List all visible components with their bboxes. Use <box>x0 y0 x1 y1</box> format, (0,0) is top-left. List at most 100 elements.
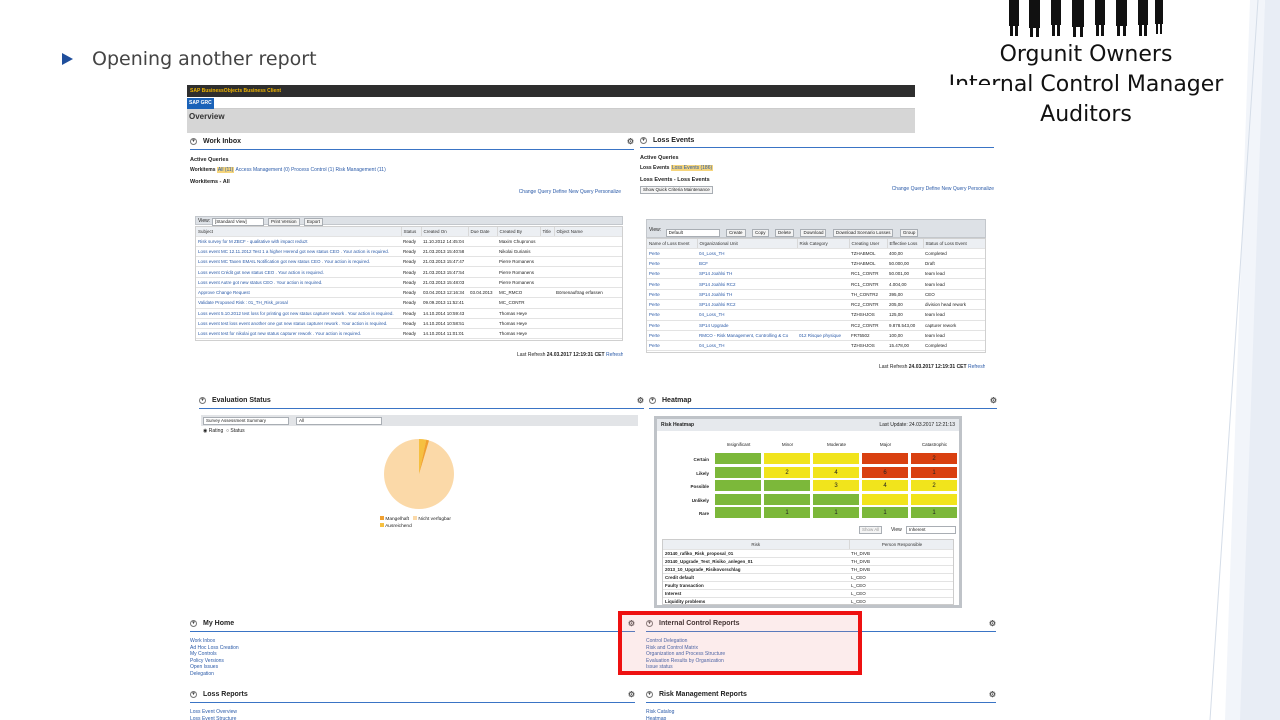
heatmap-cell[interactable] <box>714 452 762 465</box>
person-col-header[interactable]: Person Responsible <box>849 540 953 550</box>
table-row[interactable]: Perte SP14 Joahlsi TH TH_CONTR2 395,00 CEO <box>647 289 985 300</box>
table-row[interactable]: Validate Proposed Risk : 01_TH_Risk_pros… <box>196 297 622 309</box>
table-row[interactable]: Perte 04_Loss_TH TZHSHJOS 15.478,00 Complete… <box>647 340 985 352</box>
heatmap-cell[interactable] <box>714 492 762 506</box>
column-header[interactable]: Created On <box>421 227 469 237</box>
heatmap-cell[interactable] <box>910 492 958 506</box>
collapse-icon[interactable]: ▾ <box>649 397 656 404</box>
radio-status-icon[interactable]: ○ <box>226 428 229 434</box>
column-header[interactable]: Object Name <box>554 227 622 237</box>
gear-icon[interactable]: ⚙ <box>627 137 634 146</box>
table-cell[interactable]: Approve Change Request <box>196 287 401 299</box>
report-link[interactable]: Delegation <box>190 671 635 678</box>
refresh-link[interactable]: Refresh <box>606 352 624 358</box>
table-row[interactable]: Loss event Crédit got new status CEO . Y… <box>196 266 622 278</box>
column-header[interactable]: Risk Category <box>797 239 850 249</box>
table-row[interactable]: Perte SP14 Joahlsi RC2 RC1_CONTR 4.004,00 te… <box>647 278 985 290</box>
table-cell[interactable]: Perte <box>647 268 697 280</box>
query-process[interactable]: Process Control (1) <box>291 167 334 173</box>
collapse-icon[interactable]: ▾ <box>199 397 206 404</box>
heatmap-cell[interactable] <box>763 479 811 493</box>
heatmap-cell[interactable]: 6 <box>861 465 909 479</box>
risk-col-header[interactable]: Risk <box>663 540 850 550</box>
heatmap-cell[interactable]: 1 <box>763 506 811 520</box>
table-cell[interactable]: Perte <box>647 248 697 259</box>
table-cell[interactable]: Perte <box>647 278 697 290</box>
heatmap-cell[interactable]: 2 <box>910 452 958 465</box>
table-cell[interactable]: Perte <box>647 320 697 331</box>
view-select[interactable]: [Standard View] <box>212 218 264 226</box>
table-cell[interactable]: Loss event 5.10.2012 test loss for print… <box>196 308 401 319</box>
evaluation-header[interactable]: ▾ Evaluation Status ⚙ <box>199 396 644 405</box>
query-access[interactable]: Access Management (0) <box>235 167 289 173</box>
table-row[interactable]: Perte SP14 Upgrade RC2_CONTR 9.878.543,00 ca… <box>647 320 985 331</box>
group-button[interactable]: Group <box>899 229 919 237</box>
heatmap-cell[interactable]: 4 <box>861 479 909 493</box>
collapse-icon[interactable]: ▾ <box>190 620 197 627</box>
print-version-button[interactable]: Print Version <box>268 218 300 226</box>
table-row[interactable]: Loss event test for nikolai got new stat… <box>196 328 622 340</box>
table-cell[interactable]: Risk survey for M ZBCF - qualitative wit… <box>196 236 401 247</box>
table-cell[interactable]: Loss event MC 12.11.2012 Test 1 a higher… <box>196 246 401 258</box>
heatmap-cell[interactable] <box>812 492 860 506</box>
quick-criteria-button[interactable]: Show Quick Criteria Maintenance <box>640 186 713 194</box>
personalize-link[interactable]: Personalize <box>595 189 621 195</box>
heatmap-cell[interactable]: 1 <box>861 506 909 520</box>
table-cell[interactable]: 04_Loss_TH <box>697 340 797 352</box>
column-header[interactable]: Due Date <box>468 227 498 237</box>
column-header[interactable]: Effective Loss <box>887 239 924 249</box>
table-cell[interactable]: Perte <box>647 299 697 311</box>
table-cell[interactable]: Validate Proposed Risk : 01_TH_Risk_pros… <box>196 297 401 309</box>
heatmap-cell[interactable]: 2 <box>910 479 958 493</box>
collapse-icon[interactable]: ▾ <box>640 137 647 144</box>
radio-rating-icon[interactable]: ◉ <box>203 428 207 434</box>
heatmap-cell[interactable]: 1 <box>910 506 958 520</box>
loss-events-header[interactable]: ▾ Loss Events <box>640 137 994 144</box>
gear-icon[interactable]: ⚙ <box>989 619 996 628</box>
heatmap-cell[interactable]: 1 <box>812 506 860 520</box>
table-cell[interactable]: Loss event Autre got new status CEO . Yo… <box>196 277 401 288</box>
table-row[interactable]: Faulty transaction L_CEO <box>663 581 953 590</box>
refresh-link[interactable]: Refresh <box>968 364 986 370</box>
column-header[interactable]: Created By <box>497 227 541 237</box>
table-cell[interactable]: SP14 Joahlsi RC2 <box>697 278 797 290</box>
column-header[interactable]: Subject <box>196 227 402 237</box>
query-all[interactable]: All (11) <box>216 167 235 173</box>
table-row[interactable]: Perte 04_Loss_TH TZHSHJOS 125,00 team lead <box>647 309 985 321</box>
report-link[interactable]: Loss Event Structure <box>190 716 635 720</box>
column-header[interactable]: Creating User <box>849 239 888 249</box>
table-row[interactable]: Perte SP14 Joahlsi RC2 RC2_CONTR 205,00 divi… <box>647 299 985 311</box>
table-row[interactable]: Loss event MC 12.11.2012 Test 1 a higher… <box>196 246 622 258</box>
table-cell[interactable]: SP14 Joahlsi TH <box>697 268 797 280</box>
view-select[interactable]: Inherent <box>906 526 956 534</box>
collapse-icon[interactable]: ▾ <box>190 138 197 145</box>
table-row[interactable]: Loss event Autre got new status CEO . Yo… <box>196 277 622 288</box>
status-select[interactable]: All <box>296 417 382 425</box>
change-query-link[interactable]: Change Query <box>519 189 552 195</box>
table-cell[interactable]: Perte <box>647 289 697 300</box>
table-cell[interactable]: Loss event MC Taxen EMAIL Notification g… <box>196 256 401 268</box>
column-header[interactable]: Status <box>401 227 422 237</box>
table-cell[interactable]: Loss event test loss event another one g… <box>196 318 401 330</box>
tab-sap-grc[interactable]: SAP GRC <box>187 98 214 109</box>
download-scenario-button[interactable]: Download Scenario Losses <box>832 229 894 237</box>
heatmap-cell[interactable] <box>714 479 762 493</box>
heatmap-cell[interactable] <box>861 452 909 465</box>
export-button[interactable]: Export <box>304 218 324 226</box>
table-row[interactable]: 2013_10_Upgrade_Risikovorschlag TH_DIVB <box>663 565 953 574</box>
query-risk[interactable]: Risk Management (11) <box>336 167 386 173</box>
my-home-header[interactable]: ▾ My Home ⚙ <box>190 619 635 628</box>
table-cell[interactable]: Perte <box>647 340 697 352</box>
gear-icon[interactable]: ⚙ <box>989 690 996 699</box>
gear-icon[interactable]: ⚙ <box>628 690 635 699</box>
table-row[interactable]: Loss event test loss event another one g… <box>196 318 622 330</box>
table-cell[interactable]: Loss event test for nikolai got new stat… <box>196 328 401 340</box>
table-cell[interactable]: RMCO - Risk Management, Controlling & Co <box>697 330 797 342</box>
heatmap-cell[interactable] <box>763 492 811 506</box>
table-cell[interactable]: Loss event Crédit got new status CEO . Y… <box>196 266 401 278</box>
heatmap-cell[interactable] <box>714 506 762 520</box>
table-row[interactable]: Perte 04_Loss_TH TZHABMOL 400,00 Completed <box>647 248 985 259</box>
table-row[interactable]: Credit default L_CEO <box>663 573 953 582</box>
table-cell[interactable]: Perte <box>647 309 697 321</box>
heatmap-header[interactable]: ▾ Heatmap ⚙ <box>649 396 997 405</box>
